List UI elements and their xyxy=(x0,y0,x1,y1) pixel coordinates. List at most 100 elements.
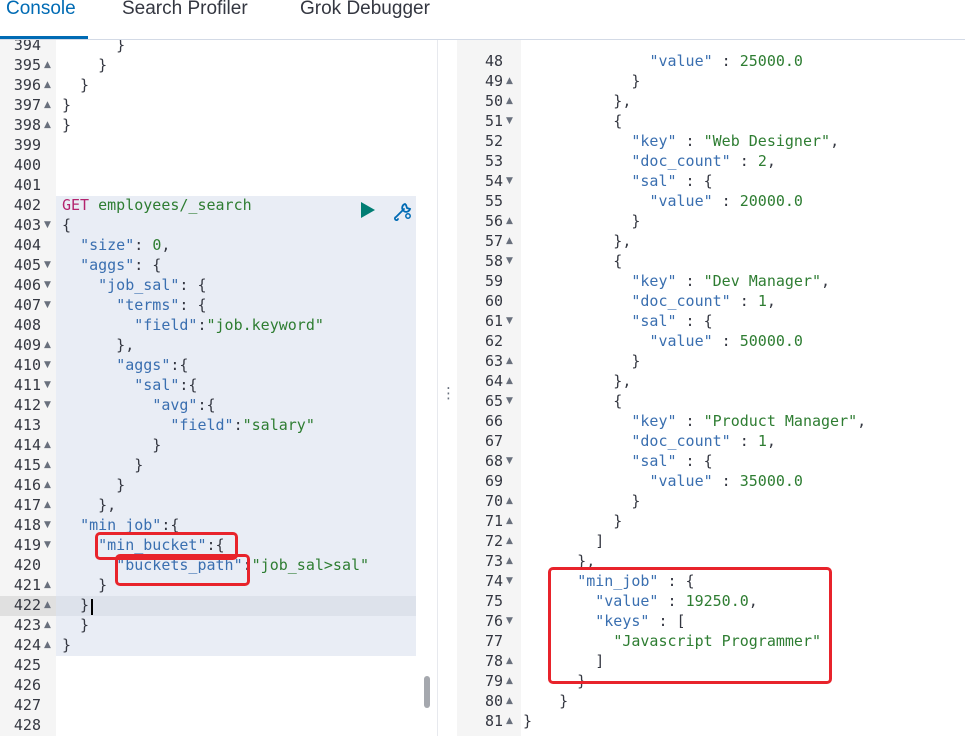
fold-up-icon[interactable]: ▲ xyxy=(44,475,51,495)
fold-up-icon[interactable]: ▲ xyxy=(44,495,51,515)
highlight-box-min-job-result xyxy=(548,567,832,684)
line-number: 397 xyxy=(13,96,41,114)
line-number: 57 xyxy=(484,232,503,250)
code-line: }, xyxy=(523,372,632,390)
fold-up-icon[interactable]: ▲ xyxy=(506,351,513,371)
fold-up-icon[interactable]: ▲ xyxy=(506,71,513,91)
code-line: } xyxy=(523,492,641,510)
fold-up-icon[interactable]: ▲ xyxy=(506,211,513,231)
code-line: } xyxy=(62,576,108,594)
line-number: 415 xyxy=(13,456,41,474)
code-line: "field":"job.keyword" xyxy=(134,316,324,334)
fold-up-icon[interactable]: ▲ xyxy=(44,615,51,635)
tab-search-profiler[interactable]: Search Profiler xyxy=(122,0,248,18)
tab-grok-debugger[interactable]: Grok Debugger xyxy=(300,0,430,18)
fold-down-icon[interactable]: ▼ xyxy=(506,111,513,131)
fold-up-icon[interactable]: ▲ xyxy=(506,231,513,251)
line-number: 53 xyxy=(484,152,503,170)
fold-up-icon[interactable]: ▲ xyxy=(506,491,513,511)
fold-down-icon[interactable]: ▼ xyxy=(506,451,513,471)
fold-down-icon[interactable]: ▼ xyxy=(506,251,513,271)
fold-down-icon[interactable]: ▼ xyxy=(44,375,51,395)
fold-down-icon[interactable]: ▼ xyxy=(44,255,51,275)
fold-up-icon[interactable]: ▲ xyxy=(44,55,51,75)
line-number: 65 xyxy=(484,392,503,410)
line-number: 427 xyxy=(13,696,41,714)
code-line: "aggs":{ xyxy=(116,356,189,374)
fold-down-icon[interactable]: ▼ xyxy=(44,395,51,415)
code-line: { xyxy=(523,112,623,130)
fold-down-icon[interactable]: ▼ xyxy=(506,171,513,191)
code-line: "size": 0, xyxy=(80,236,171,254)
code-line: { xyxy=(523,252,623,270)
code-line: "job_sal": { xyxy=(98,276,207,294)
line-number: 423 xyxy=(13,616,41,634)
fold-down-icon[interactable]: ▼ xyxy=(44,355,51,375)
line-number: 424 xyxy=(13,636,41,654)
fold-down-icon[interactable]: ▼ xyxy=(506,391,513,411)
fold-up-icon[interactable]: ▲ xyxy=(506,551,513,571)
fold-up-icon[interactable]: ▲ xyxy=(506,651,513,671)
fold-down-icon[interactable]: ▼ xyxy=(506,611,513,631)
fold-up-icon[interactable]: ▲ xyxy=(44,635,51,655)
line-number: 74 xyxy=(484,572,503,590)
wrench-icon[interactable] xyxy=(392,200,414,222)
tab-console[interactable]: Console xyxy=(6,0,76,18)
play-icon[interactable] xyxy=(360,201,376,219)
line-number: 396 xyxy=(13,76,41,94)
code-line: { xyxy=(62,216,72,234)
fold-down-icon[interactable]: ▼ xyxy=(44,275,51,295)
fold-up-icon[interactable]: ▲ xyxy=(44,435,51,455)
fold-up-icon[interactable]: ▲ xyxy=(44,95,51,115)
fold-up-icon[interactable]: ▲ xyxy=(44,335,51,355)
fold-down-icon[interactable]: ▼ xyxy=(44,515,51,535)
fold-up-icon[interactable]: ▲ xyxy=(44,575,51,595)
line-number: 416 xyxy=(13,476,41,494)
line-number: 419 xyxy=(13,536,41,554)
code-line: "sal" : { xyxy=(631,172,713,190)
code-line: } xyxy=(523,512,623,530)
line-number: 405 xyxy=(13,256,41,274)
fold-up-icon[interactable]: ▲ xyxy=(506,531,513,551)
request-editor[interactable]: 394 } 395 ▲ } 396 ▲ } 397 ▲} 398 ▲} 399 400 401 402 G… xyxy=(0,40,437,736)
line-number: 78 xyxy=(484,652,503,670)
line-number: 421 xyxy=(13,576,41,594)
code-line: } xyxy=(523,72,641,90)
fold-down-icon[interactable]: ▼ xyxy=(506,311,513,331)
fold-down-icon[interactable]: ▼ xyxy=(44,215,51,235)
code-line: "value" : 50000.0 xyxy=(649,332,803,350)
fold-down-icon[interactable]: ▼ xyxy=(506,571,513,591)
code-line: GET employees/_search xyxy=(62,196,252,214)
vertical-ellipsis-icon[interactable]: ⋮ xyxy=(441,384,456,402)
fold-up-icon[interactable]: ▲ xyxy=(506,511,513,531)
code-line: "value" : 20000.0 xyxy=(649,192,803,210)
code-line: }, xyxy=(523,232,632,250)
fold-up-icon[interactable]: ▲ xyxy=(44,595,51,615)
fold-up-icon[interactable]: ▲ xyxy=(506,91,513,111)
code-line: } xyxy=(62,40,126,54)
line-number: 407 xyxy=(13,296,41,314)
fold-up-icon[interactable]: ▲ xyxy=(44,115,51,135)
line-number: 422 xyxy=(13,596,41,614)
fold-down-icon[interactable]: ▼ xyxy=(44,295,51,315)
fold-up-icon[interactable]: ▲ xyxy=(44,75,51,95)
line-number: 67 xyxy=(484,432,503,450)
fold-down-icon[interactable]: ▼ xyxy=(44,535,51,555)
line-number: 80 xyxy=(484,692,503,710)
code-line: } xyxy=(523,352,641,370)
fold-up-icon[interactable]: ▲ xyxy=(506,371,513,391)
code-line: }, xyxy=(62,496,117,514)
line-number: 61 xyxy=(484,312,503,330)
code-line: "sal":{ xyxy=(134,376,198,394)
fold-up-icon[interactable]: ▲ xyxy=(506,711,513,731)
fold-up-icon[interactable]: ▲ xyxy=(506,691,513,711)
scrollbar-thumb[interactable] xyxy=(424,676,430,708)
line-number: 408 xyxy=(13,316,41,334)
active-tab-indicator xyxy=(0,36,88,39)
code-line: "key" : "Dev Manager", xyxy=(631,272,831,290)
code-line: "avg":{ xyxy=(152,396,216,414)
line-number: 412 xyxy=(13,396,41,414)
fold-up-icon[interactable]: ▲ xyxy=(44,455,51,475)
line-number: 417 xyxy=(13,496,41,514)
fold-up-icon[interactable]: ▲ xyxy=(506,671,513,691)
